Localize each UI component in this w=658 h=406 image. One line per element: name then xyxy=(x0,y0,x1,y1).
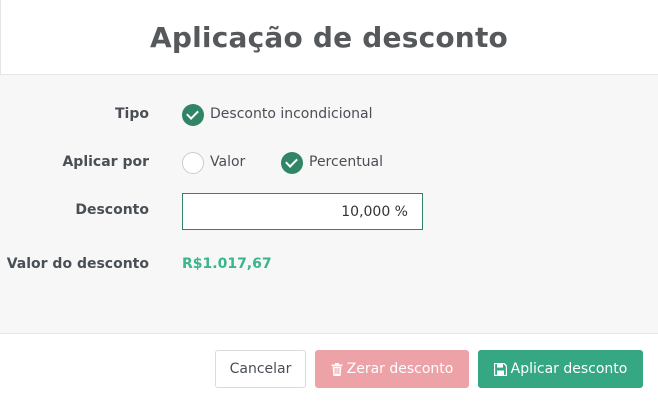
aplicar-por-label: Aplicar por xyxy=(62,154,149,170)
cancel-button[interactable]: Cancelar xyxy=(215,350,306,388)
aplicar-por-valor-radio[interactable] xyxy=(182,152,204,174)
aplicar-por-valor-label[interactable]: Valor xyxy=(210,154,245,170)
dialog-header: Aplicação de desconto xyxy=(0,0,658,75)
reset-discount-button[interactable]: Zerar desconto xyxy=(315,350,469,388)
tipo-label: Tipo xyxy=(115,106,149,122)
tipo-incondicional-checkbox[interactable] xyxy=(182,104,204,126)
aplicar-por-percentual-radio[interactable] xyxy=(281,152,303,174)
apply-discount-button-label: Aplicar desconto xyxy=(510,361,628,377)
apply-discount-button[interactable]: Aplicar desconto xyxy=(478,350,643,388)
valor-do-desconto-value: R$1.017,67 xyxy=(182,256,272,272)
discount-dialog: Aplicação de desconto Tipo Desconto inco… xyxy=(0,0,658,406)
reset-discount-button-label: Zerar desconto xyxy=(346,361,454,377)
desconto-label: Desconto xyxy=(75,202,149,218)
cancel-button-label: Cancelar xyxy=(229,361,292,377)
save-icon xyxy=(493,362,507,376)
desconto-input[interactable] xyxy=(182,193,423,230)
tipo-incondicional-label[interactable]: Desconto incondicional xyxy=(210,106,373,122)
dialog-title: Aplicação de desconto xyxy=(150,20,508,54)
trash-icon xyxy=(331,362,343,376)
valor-do-desconto-label: Valor do desconto xyxy=(6,256,149,272)
aplicar-por-percentual-label[interactable]: Percentual xyxy=(309,154,383,170)
